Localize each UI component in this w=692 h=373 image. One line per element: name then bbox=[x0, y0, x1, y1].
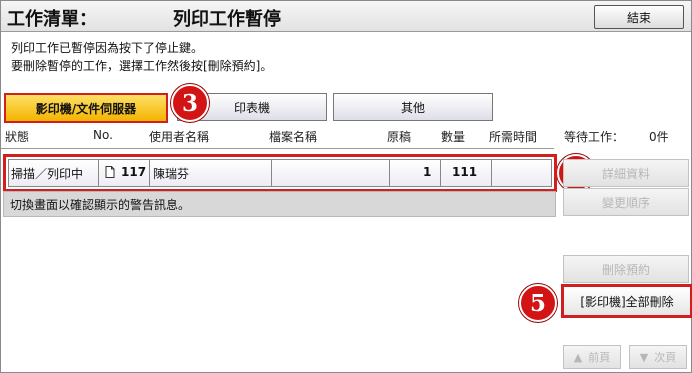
screen-title: 工作清單： bbox=[7, 9, 97, 30]
callout-badge-5: 5 bbox=[519, 284, 557, 322]
column-divider bbox=[149, 160, 150, 186]
change-order-button[interactable]: 變更順序 bbox=[563, 188, 689, 216]
header-divider bbox=[1, 148, 554, 149]
job-quantity: 111 bbox=[452, 165, 478, 179]
job-originals: 1 bbox=[423, 165, 432, 179]
up-triangle-icon: ▲ bbox=[573, 350, 583, 364]
column-header-file: 檔案名稱 bbox=[269, 130, 318, 144]
previous-page-button[interactable]: ▲ 前頁 bbox=[563, 345, 621, 369]
previous-page-label: 前頁 bbox=[588, 351, 611, 364]
job-user-name: 陳瑞芬 bbox=[153, 167, 190, 181]
screen-subtitle: 列印工作暫停 bbox=[173, 9, 281, 30]
column-header-user: 使用者名稱 bbox=[149, 130, 210, 144]
job-number: 117 bbox=[121, 165, 147, 179]
column-header-originals: 原稿 bbox=[387, 130, 412, 144]
job-row[interactable]: 掃描／列印中 117 陳瑞芬 1 111 bbox=[3, 154, 557, 192]
waiting-jobs-label: 等待工作： bbox=[564, 130, 625, 144]
delete-reservation-button[interactable]: 刪除預約 bbox=[563, 255, 689, 283]
message-line-2: 要刪除暫停的工作，選擇工作然後按[刪除預約]。 bbox=[11, 59, 273, 73]
down-triangle-icon: ▼ bbox=[639, 350, 649, 364]
column-header-quantity: 數量 bbox=[441, 130, 466, 144]
next-page-label: 次頁 bbox=[654, 351, 677, 364]
next-page-button[interactable]: ▼ 次頁 bbox=[629, 345, 687, 369]
column-divider bbox=[98, 160, 99, 186]
waiting-jobs-count: 0件 bbox=[649, 130, 669, 144]
column-divider bbox=[271, 160, 272, 186]
detail-button[interactable]: 詳細資料 bbox=[563, 159, 689, 187]
delete-all-copier-jobs-button[interactable]: [影印機]全部刪除 bbox=[561, 284, 692, 318]
column-header-time: 所需時間 bbox=[489, 130, 538, 144]
job-row-body: 掃描／列印中 117 陳瑞芬 1 111 bbox=[8, 159, 552, 187]
warning-message-bar[interactable]: 切換畫面以確認顯示的警告訊息。 bbox=[3, 191, 556, 217]
document-icon bbox=[105, 166, 115, 181]
tab-copier-document-server[interactable]: 影印機/文件伺服器 bbox=[4, 93, 168, 123]
column-divider bbox=[440, 160, 441, 186]
end-button[interactable]: 結束 bbox=[594, 5, 684, 29]
tab-other[interactable]: 其他 bbox=[333, 93, 493, 121]
column-divider bbox=[389, 160, 390, 186]
message-line-1: 列印工作已暫停因為按下了停止鍵。 bbox=[11, 41, 204, 55]
column-divider bbox=[491, 160, 492, 186]
title-bar: 工作清單： 列印工作暫停 結束 bbox=[1, 1, 691, 32]
job-status: 掃描／列印中 bbox=[11, 167, 84, 181]
warning-message: 切換畫面以確認顯示的警告訊息。 bbox=[10, 198, 191, 212]
job-list-screen: 工作清單： 列印工作暫停 結束 列印工作已暫停因為按下了停止鍵。 要刪除暫停的工… bbox=[0, 0, 692, 373]
callout-badge-3: 3 bbox=[171, 84, 209, 122]
column-header-status: 狀態 bbox=[5, 130, 30, 144]
column-header-no: No. bbox=[93, 128, 113, 142]
